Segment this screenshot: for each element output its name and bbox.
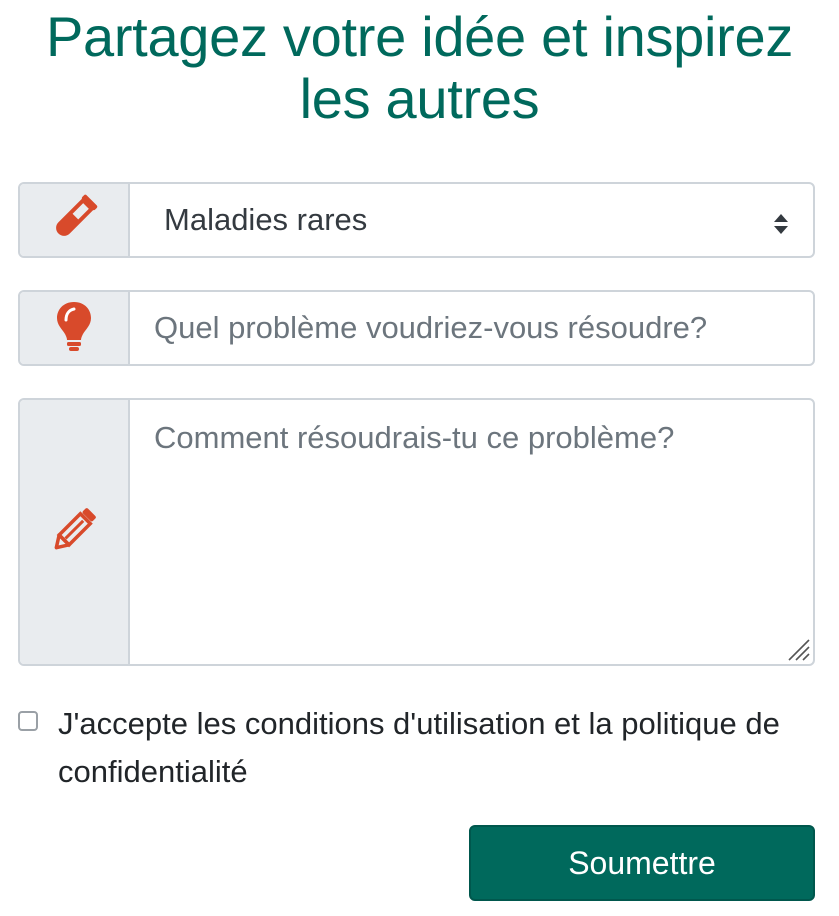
- solution-textarea-placeholder: Comment résoudrais-tu ce problème?: [154, 420, 675, 455]
- test-tube-icon: [48, 192, 100, 249]
- category-addon: [20, 184, 130, 256]
- page-title-line-1: Partagez votre idée et inspirez: [45, 5, 794, 68]
- problem-input[interactable]: Quel problème voudriez-vous résoudre?: [130, 292, 813, 364]
- problem-input-placeholder: Quel problème voudriez-vous résoudre?: [154, 310, 708, 345]
- resize-grip-icon[interactable]: [783, 634, 811, 662]
- submit-button[interactable]: Soumettre: [469, 825, 815, 901]
- category-select-group: Maladies rares: [18, 182, 815, 258]
- solution-textarea-group: Comment résoudrais-tu ce problème?: [18, 398, 815, 666]
- problem-input-group: Quel problème voudriez-vous résoudre?: [18, 290, 815, 366]
- page-title-line-2: les autres: [299, 67, 540, 130]
- select-arrows-icon: [773, 208, 789, 234]
- pencil-icon: [47, 503, 101, 562]
- terms-checkbox[interactable]: [18, 711, 38, 731]
- problem-addon: [20, 292, 130, 364]
- lightbulb-icon: [54, 300, 94, 357]
- terms-consent: J'accepte les conditions d'utilisation e…: [18, 700, 815, 796]
- page-title: Partagez votre idée et inspirez les autr…: [0, 6, 839, 130]
- category-select-value: Maladies rares: [164, 202, 368, 237]
- category-select[interactable]: Maladies rares: [130, 184, 813, 256]
- solution-textarea[interactable]: Comment résoudrais-tu ce problème?: [130, 400, 813, 664]
- terms-label[interactable]: J'accepte les conditions d'utilisation e…: [58, 700, 815, 796]
- solution-addon: [20, 400, 130, 664]
